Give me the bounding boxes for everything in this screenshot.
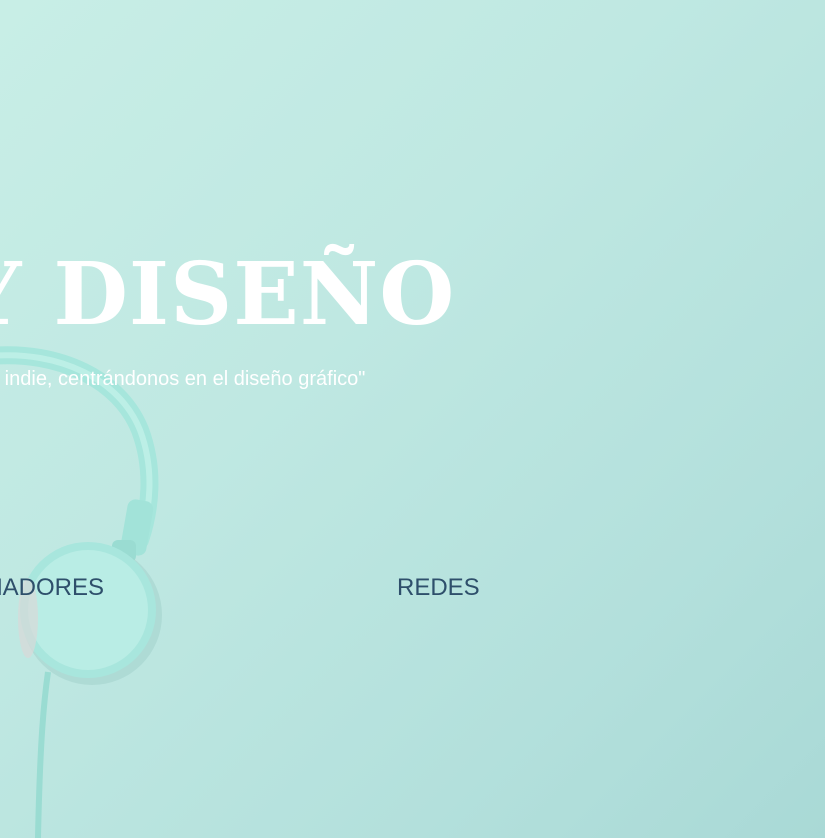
hero-section: Y DISEÑO a indie, centrándonos en el dis… [0,0,825,838]
nav-link-redes[interactable]: REDES [397,574,480,602]
hero-title: Y DISEÑO [0,244,456,345]
headphones-image [0,346,162,838]
nav-link-disenadores[interactable]: ÑADORES [0,574,104,602]
hero-subtitle: a indie, centrándonos en el diseño gráfi… [0,368,366,390]
